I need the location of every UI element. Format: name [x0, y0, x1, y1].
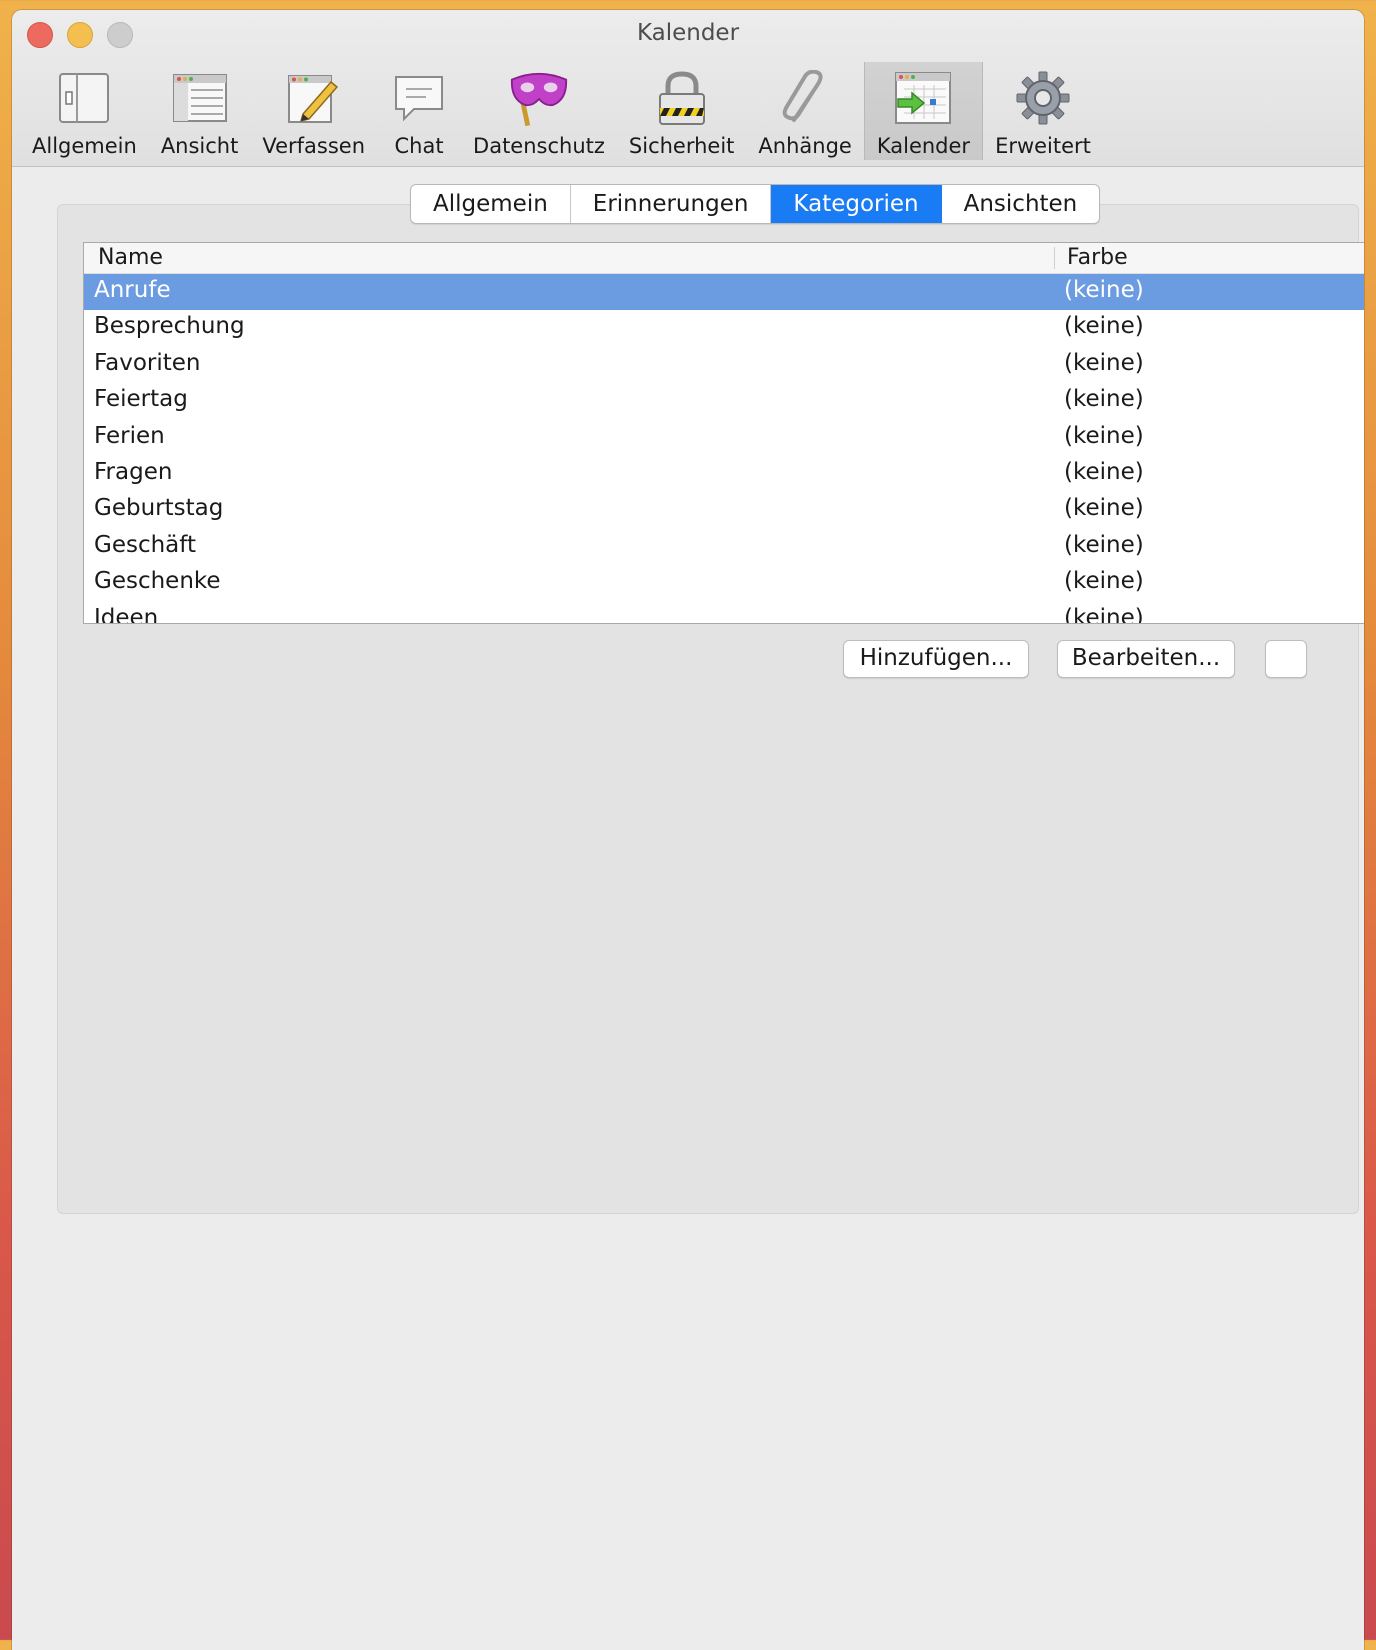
toolbar-label: Anhänge: [758, 134, 852, 158]
table-row[interactable]: Anrufe (keine): [84, 274, 1364, 311]
category-name: Ferien: [94, 422, 165, 449]
column-divider: [1054, 247, 1055, 269]
table-row[interactable]: Besprechung (keine): [84, 310, 1364, 346]
table-row[interactable]: Feiertag (keine): [84, 383, 1364, 419]
category-name: Ideen: [94, 604, 159, 624]
delete-category-button[interactable]: [1265, 640, 1307, 678]
toolbar-item-kalender[interactable]: Kalender: [863, 62, 984, 160]
window-title: Kalender: [636, 20, 740, 46]
category-color: (keine): [1064, 604, 1144, 624]
table-header: Name Farbe: [84, 243, 1364, 274]
tab-erinnerungen[interactable]: Erinnerungen: [571, 185, 772, 223]
category-name: Favoriten: [94, 349, 201, 376]
calendar-icon: [893, 68, 953, 128]
category-color: (keine): [1064, 458, 1144, 485]
toolbar-label: Sicherheit: [628, 134, 735, 158]
chat-bubble-icon: [389, 68, 449, 128]
category-name: Feiertag: [94, 386, 188, 413]
category-color: (keine): [1064, 495, 1144, 522]
paperclip-icon: [775, 68, 835, 128]
toolbar-label: Erweitert: [995, 134, 1091, 158]
toolbar-item-verfassen[interactable]: Verfassen: [250, 62, 377, 160]
toolbar-item-chat[interactable]: Chat: [377, 62, 461, 160]
category-name: Geschäft: [94, 531, 196, 558]
toolbar-label: Verfassen: [262, 134, 366, 158]
pencil-document-icon: [284, 68, 344, 128]
toolbar-item-allgemein[interactable]: Allgemein: [20, 62, 149, 160]
table-row[interactable]: Ferien (keine): [84, 420, 1364, 456]
category-color: (keine): [1064, 386, 1144, 413]
toolbar-item-erweitert[interactable]: Erweitert: [983, 62, 1103, 160]
column-header-name[interactable]: Name: [98, 245, 163, 270]
category-name: Fragen: [94, 458, 173, 485]
category-color: (keine): [1064, 568, 1144, 595]
toolbar-label: Chat: [394, 134, 444, 158]
toolbar-item-sicherheit[interactable]: Sicherheit: [617, 62, 747, 160]
tab-bar: Allgemein Erinnerungen Kategorien Ansich…: [410, 184, 1101, 224]
add-category-button[interactable]: Hinzufügen...: [843, 640, 1029, 678]
table-row[interactable]: Geschäft (keine): [84, 529, 1364, 565]
window-list-icon: [170, 68, 230, 128]
category-color: (keine): [1064, 313, 1144, 340]
categories-table[interactable]: Name Farbe Anrufe (keine) Besprechung (k…: [83, 242, 1364, 624]
toolbar-item-ansicht[interactable]: Ansicht: [149, 62, 251, 160]
table-row[interactable]: Favoriten (keine): [84, 347, 1364, 383]
category-color: (keine): [1064, 277, 1144, 303]
table-row[interactable]: Geburtstag (keine): [84, 492, 1364, 528]
category-color: (keine): [1064, 531, 1144, 558]
toolbar-item-datenschutz[interactable]: Datenschutz: [461, 62, 617, 160]
toolbar-label: Allgemein: [32, 134, 137, 158]
tab-allgemein[interactable]: Allgemein: [411, 185, 571, 223]
toolbar-item-anhaenge[interactable]: Anhänge: [746, 62, 863, 160]
toolbar-label: Ansicht: [160, 134, 239, 158]
toolbar-label: Kalender: [876, 134, 971, 158]
category-name: Besprechung: [94, 313, 245, 340]
category-name: Geschenke: [94, 568, 221, 595]
gear-icon: [1013, 68, 1073, 128]
mask-icon: [509, 68, 569, 128]
table-row[interactable]: Ideen (keine): [84, 602, 1364, 624]
table-row[interactable]: Geschenke (keine): [84, 565, 1364, 601]
toolbar-label: Datenschutz: [473, 134, 605, 158]
switch-panel-icon: [54, 68, 114, 128]
preferences-window: Kalender Allgemein Ansicht Verfassen Cha…: [12, 10, 1364, 1650]
edit-category-button[interactable]: Bearbeiten...: [1057, 640, 1235, 678]
category-name: Anrufe: [94, 277, 171, 303]
preferences-toolbar: Allgemein Ansicht Verfassen Chat Datensc…: [20, 62, 1103, 166]
titlebar: Kalender Allgemein Ansicht Verfassen Cha…: [12, 10, 1364, 167]
column-header-color[interactable]: Farbe: [1067, 245, 1128, 270]
table-row[interactable]: Fragen (keine): [84, 456, 1364, 492]
tab-ansichten[interactable]: Ansichten: [942, 185, 1100, 223]
category-color: (keine): [1064, 422, 1144, 449]
padlock-icon: [652, 68, 712, 128]
category-color: (keine): [1064, 349, 1144, 376]
tab-kategorien[interactable]: Kategorien: [771, 185, 942, 223]
category-name: Geburtstag: [94, 495, 224, 522]
